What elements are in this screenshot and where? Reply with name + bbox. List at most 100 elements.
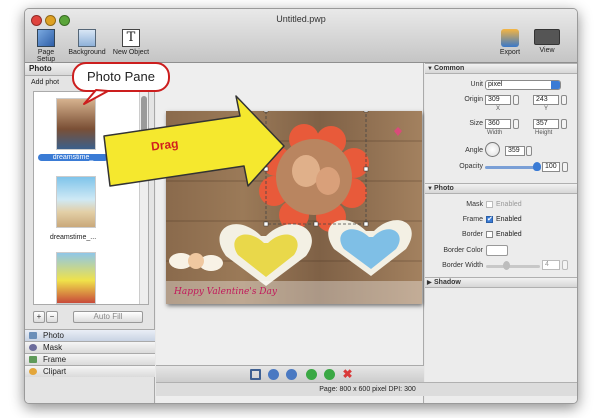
new-object-button[interactable]: T New Object <box>111 29 151 56</box>
unit-select[interactable]: pixel <box>485 80 561 90</box>
tab-clipart-label: Clipart <box>43 367 67 376</box>
opacity-field[interactable]: 100 <box>542 162 560 172</box>
page-setup-icon <box>37 29 55 47</box>
photo-thumbnail[interactable] <box>56 98 96 150</box>
photo-thumbnail-label: dreamstime_ <box>38 154 108 161</box>
origin-x-caption: X <box>496 106 501 112</box>
background-label: Background <box>68 49 106 56</box>
shadow-header-label: Shadow <box>434 279 461 286</box>
export-label: Export <box>499 49 521 56</box>
angle-field[interactable]: 359 <box>505 146 525 156</box>
bring-forward-icon[interactable] <box>306 369 317 380</box>
origin-y-caption: Y <box>544 106 549 112</box>
tab-mask-label: Mask <box>43 343 63 352</box>
photo-thumbnail[interactable] <box>56 252 96 304</box>
disclosure-right-icon: ▶ <box>427 280 432 286</box>
select-arrows-icon <box>551 81 560 89</box>
frame-label: Frame <box>462 216 483 223</box>
photo-tab-icon <box>29 332 37 339</box>
photo-list-scrollbar[interactable] <box>139 92 148 304</box>
frame-checkbox[interactable]: ✔ <box>486 216 493 223</box>
export-button[interactable]: Export <box>495 29 525 56</box>
mask-checkbox[interactable] <box>486 201 493 208</box>
opacity-stepper[interactable] <box>562 162 568 172</box>
origin-label: Origin <box>464 96 483 103</box>
border-width-stepper[interactable] <box>562 260 568 270</box>
photo-thumbnail[interactable] <box>56 176 96 228</box>
tab-frame[interactable]: Frame <box>25 353 155 365</box>
photo-thumbnail-label: dreamstime_... <box>49 234 97 241</box>
new-object-icon: T <box>122 29 140 47</box>
add-photo-label[interactable]: Add phot <box>31 79 59 86</box>
border-enabled-label: Enabled <box>496 231 522 238</box>
remove-photo-button[interactable]: − <box>46 311 58 323</box>
tab-photo[interactable]: Photo <box>25 329 155 341</box>
rotate-left-icon[interactable] <box>268 369 279 380</box>
add-photo-button[interactable]: + <box>33 311 45 323</box>
origin-y-stepper[interactable] <box>561 95 567 105</box>
tab-clipart[interactable]: Clipart <box>25 365 155 377</box>
photo-header-label: Photo <box>434 185 454 192</box>
view-icon <box>534 29 560 45</box>
border-color-well[interactable] <box>486 245 508 256</box>
titlebar: Untitled.pwp Page Setup Background T New… <box>25 9 577 63</box>
rotate-right-icon[interactable] <box>286 369 297 380</box>
status-bar: Page: 800 x 600 pixel DPI: 300 <box>156 382 577 396</box>
page-setup-button[interactable]: Page Setup <box>29 29 63 63</box>
border-width-slider-knob[interactable] <box>503 261 510 270</box>
send-backward-icon[interactable] <box>324 369 335 380</box>
border-width-field[interactable]: 4 <box>542 260 560 270</box>
common-section-header[interactable]: ▼ Common <box>425 63 577 74</box>
unit-label: Unit <box>470 81 483 88</box>
border-width-slider[interactable] <box>486 265 540 268</box>
mask-tab-icon <box>29 344 37 351</box>
tab-photo-label: Photo <box>43 331 64 340</box>
tab-mask[interactable]: Mask <box>25 341 155 353</box>
border-color-label: Border Color <box>443 247 483 254</box>
angle-label: Angle <box>465 147 483 154</box>
canvas-page[interactable]: Happy Valentine's Day <box>166 111 422 304</box>
disclosure-down-icon: ▼ <box>427 66 433 72</box>
height-field[interactable]: 357 <box>533 119 559 129</box>
delete-icon[interactable]: ✖ <box>342 368 353 380</box>
common-header-label: Common <box>434 65 465 72</box>
crop-icon[interactable] <box>250 369 261 380</box>
shadow-section-header[interactable]: ▶ Shadow <box>425 277 577 288</box>
inspector-panel: ▼ Common Unit pixel Origin 309 243 X Y S… <box>425 63 577 403</box>
origin-x-field[interactable]: 309 <box>485 95 511 105</box>
new-object-label: New Object <box>112 49 150 56</box>
disclosure-down-icon: ▼ <box>427 186 433 192</box>
frame-enabled-label: Enabled <box>496 216 522 223</box>
origin-x-stepper[interactable] <box>513 95 519 105</box>
tab-frame-label: Frame <box>43 355 67 364</box>
photo-section-header[interactable]: ▼ Photo <box>425 183 577 194</box>
height-stepper[interactable] <box>561 119 567 129</box>
border-checkbox[interactable] <box>486 231 493 238</box>
scrollbar-knob[interactable] <box>141 96 147 136</box>
width-field[interactable]: 360 <box>485 119 511 129</box>
border-width-label: Border Width <box>442 262 483 269</box>
angle-dial[interactable] <box>485 142 500 157</box>
canvas-bottom-toolbar: ✖ <box>156 365 424 382</box>
border-label: Border <box>461 231 483 238</box>
view-label: View <box>539 47 555 54</box>
width-caption: Width <box>487 130 503 136</box>
canvas-banner-text: Happy Valentine's Day <box>174 287 277 297</box>
photo-list[interactable]: dreamstime_ dreamstime_... <box>33 91 149 305</box>
canvas-artwork <box>166 111 422 304</box>
opacity-label: Opacity <box>459 163 483 170</box>
photo-pane-callout: Photo Pane <box>72 62 170 92</box>
page-setup-label: Page Setup <box>36 49 56 63</box>
clipart-tab-icon <box>29 368 37 375</box>
auto-fill-button[interactable]: Auto Fill <box>73 311 143 323</box>
size-label: Size <box>469 120 483 127</box>
canvas-area[interactable]: Happy Valentine's Day ✖ <box>156 63 424 403</box>
width-stepper[interactable] <box>513 119 519 129</box>
origin-y-field[interactable]: 243 <box>533 95 559 105</box>
opacity-slider[interactable] <box>485 166 537 169</box>
angle-stepper[interactable] <box>526 146 532 156</box>
view-button[interactable]: View <box>531 29 563 54</box>
opacity-slider-knob[interactable] <box>533 162 541 171</box>
background-button[interactable]: Background <box>67 29 107 56</box>
mask-label: Mask <box>466 201 483 208</box>
